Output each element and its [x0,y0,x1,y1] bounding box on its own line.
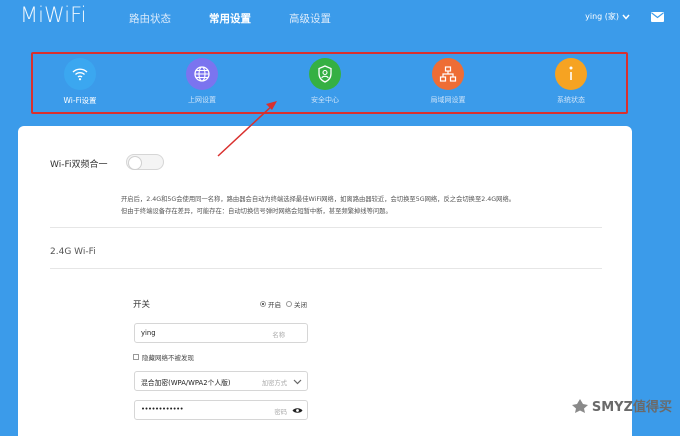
wifi-icon [64,58,96,90]
hide-network-checkbox[interactable]: 隐藏网络不被发现 [133,352,194,362]
radio-enable-label: 开启 [268,301,281,309]
radio-button[interactable] [286,301,292,307]
shield-icon [309,58,341,90]
password-placeholder: 密码 [274,409,287,416]
network-icon [432,58,464,90]
feature-wifi-settings[interactable]: Wi-Fi设置 [40,58,120,106]
tab-common-settings[interactable]: 常用设置 [209,11,251,26]
feature-label: 上网设置 [188,96,216,104]
eye-icon[interactable] [292,407,303,414]
radio-button-checked[interactable] [260,301,266,307]
watermark-logo-icon [571,398,588,413]
radio-disable[interactable]: 关闭 [286,299,307,309]
dual-band-description-line-2: 但由于终端设备存在差异，可能存在：自动切换信号弹时网络会短暂中断，甚至频繁掉线等… [121,208,392,215]
feature-internet-settings[interactable]: 上网设置 [162,58,242,105]
info-icon [555,58,587,90]
feature-system-status[interactable]: 系统状态 [531,58,611,105]
tab-advanced-settings[interactable]: 高级设置 [289,11,331,26]
dual-band-toggle[interactable] [126,154,164,170]
toggle-knob [128,156,142,170]
section-title-24g: 2.4G Wi-Fi [50,247,96,257]
chevron-down-icon [622,14,630,20]
ssid-placeholder: 名称 [272,332,285,339]
chevron-down-icon [293,379,302,385]
feature-label: 系统状态 [557,96,585,104]
feature-lan-settings[interactable]: 局域网设置 [408,58,488,105]
feature-label: 安全中心 [311,96,339,104]
watermark: SMYZ值得买 [571,396,672,415]
tab-router-status[interactable]: 路由状态 [129,11,171,26]
password-input[interactable]: •••••••••••• 密码 [134,400,308,420]
radio-disable-label: 关闭 [294,301,307,309]
watermark-text: SMYZ值得买 [591,400,672,415]
ssid-input[interactable]: ying 名称 [134,323,308,343]
user-name: ying (家) [585,12,619,21]
miwifi-logo: MiWiFi [20,3,87,27]
switch-label: 开关 [133,300,151,310]
checkbox[interactable] [133,354,139,360]
encryption-value: 混合加密(WPA/WPA2个人版) [141,379,231,387]
feature-label: 局域网设置 [430,96,466,104]
password-value: •••••••••••• [141,405,184,413]
encryption-select[interactable]: 混合加密(WPA/WPA2个人版) 加密方式 [134,371,308,391]
user-menu[interactable]: ying (家) [585,11,630,22]
feature-label: Wi-Fi设置 [63,96,97,105]
encryption-placeholder: 加密方式 [261,380,287,387]
feature-security-center[interactable]: 安全中心 [285,58,365,105]
divider [50,268,602,269]
radio-enable[interactable]: 开启 [260,299,281,309]
wifi-settings-panel: Wi-Fi双频合一 开启后，2.4G和5G会使用同一名称，路由器会自动为终端选择… [18,126,632,436]
ssid-value: ying [141,329,156,337]
globe-icon [186,58,218,90]
hide-network-label: 隐藏网络不被发现 [142,354,194,362]
dual-band-label: Wi-Fi双频合一 [50,160,108,170]
mail-icon[interactable] [651,12,664,22]
dual-band-description-line-1: 开启后，2.4G和5G会使用同一名称，路由器会自动为终端选择最佳WiFi网络，如… [121,196,516,203]
divider [50,227,602,228]
